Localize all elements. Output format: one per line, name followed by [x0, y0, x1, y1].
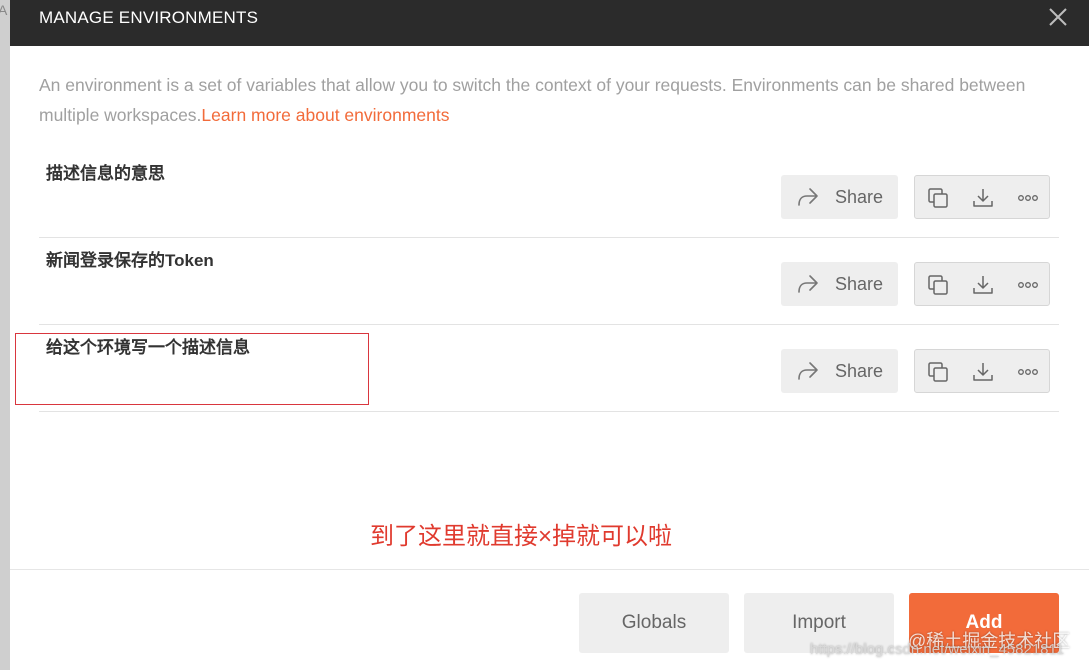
- download-icon[interactable]: [972, 187, 994, 209]
- watermark-line2: https://blog.csdn.net/weixin_45821811: [810, 641, 1065, 658]
- modal-description: An environment is a set of variables tha…: [39, 70, 1049, 130]
- share-label: Share: [835, 274, 884, 294]
- duplicate-icon[interactable]: [927, 274, 949, 296]
- modal-header: MANAGE ENVIRONMENTS: [10, 0, 1089, 46]
- description-text: An environment is a set of variables tha…: [39, 75, 1026, 125]
- share-arrow-icon: [798, 275, 818, 293]
- environment-row: 描述信息的意思 Share: [39, 151, 1059, 238]
- annotation-highlight-box: [15, 333, 369, 405]
- share-arrow-icon: [798, 188, 818, 206]
- globals-button[interactable]: Globals: [579, 593, 729, 653]
- more-icon[interactable]: [1017, 274, 1039, 296]
- download-icon[interactable]: [972, 274, 994, 296]
- more-icon[interactable]: [1017, 361, 1039, 383]
- share-button[interactable]: Share: [781, 349, 898, 393]
- share-label: Share: [835, 187, 884, 207]
- annotation-text: 到了这里就直接×掉就可以啦: [370, 523, 673, 550]
- backdrop: A: [0, 0, 10, 670]
- download-icon[interactable]: [972, 361, 994, 383]
- environment-actions: [914, 175, 1050, 219]
- manage-environments-modal: MANAGE ENVIRONMENTS An environment is a …: [10, 0, 1089, 670]
- environment-actions: [914, 349, 1050, 393]
- share-button[interactable]: Share: [781, 175, 898, 219]
- duplicate-icon[interactable]: [927, 187, 949, 209]
- modal-title: MANAGE ENVIRONMENTS: [39, 8, 259, 27]
- environment-row: 新闻登录保存的Token Share: [39, 238, 1059, 325]
- backdrop-letter: A: [0, 2, 8, 18]
- share-button[interactable]: Share: [781, 262, 898, 306]
- share-arrow-icon: [798, 362, 818, 380]
- close-icon[interactable]: [1047, 6, 1069, 28]
- environment-actions: [914, 262, 1050, 306]
- environment-name[interactable]: 描述信息的意思: [46, 151, 165, 237]
- environment-name[interactable]: 新闻登录保存的Token: [46, 238, 214, 324]
- learn-more-link[interactable]: Learn more about environments: [201, 105, 449, 125]
- footer-divider: [10, 569, 1089, 570]
- duplicate-icon[interactable]: [927, 361, 949, 383]
- more-icon[interactable]: [1017, 187, 1039, 209]
- share-label: Share: [835, 361, 884, 381]
